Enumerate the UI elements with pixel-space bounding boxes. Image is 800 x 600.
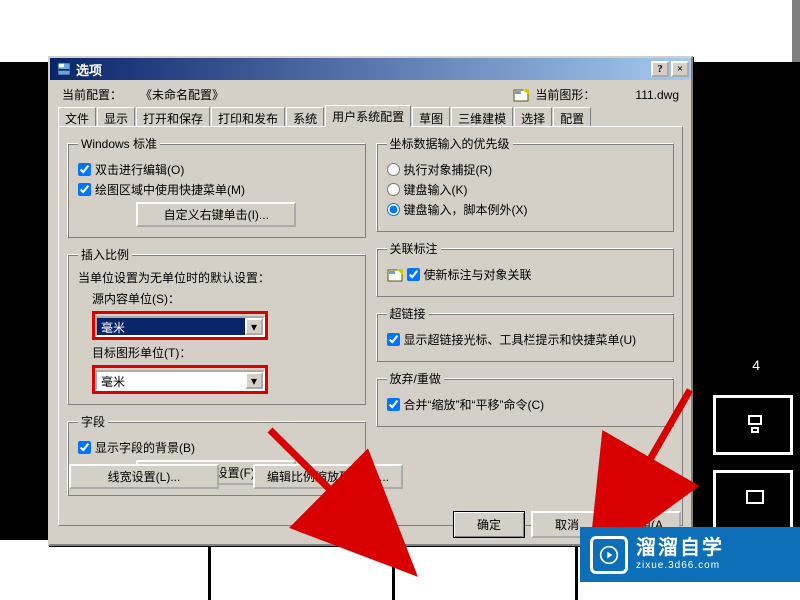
cb-shortcut-menu[interactable] [78, 183, 91, 196]
group-hyperlink: 超链接 显示超链接光标、工具栏提示和快捷菜单(U) [376, 305, 675, 362]
close-button[interactable]: × [671, 61, 689, 77]
lbl-shortcut-menu: 绘图区域中使用快捷菜单(M) [95, 181, 245, 198]
group-coord-priority: 坐标数据输入的优先级 执行对象捕捉(R) 键盘输入(K) 键盘输入，脚本例外(X… [376, 135, 675, 232]
lbl-combine-zoom-pan: 合并“缩放”和“平移”命令(C) [404, 396, 545, 413]
group-associative-dim: 关联标注 使新标注与对象关联 [376, 240, 675, 297]
tgt-unit-value: 毫米 [97, 372, 245, 389]
legend-hlink: 超链接 [387, 305, 429, 322]
radio-osnap[interactable] [387, 163, 400, 176]
titlebar: 选项 ? × [50, 58, 691, 80]
tab-user-config[interactable]: 用户系统配置 [325, 105, 411, 127]
app-icon [56, 61, 72, 77]
cb-hyperlink[interactable] [387, 333, 400, 346]
tab-draft[interactable]: 草图 [412, 107, 450, 127]
radio-keyboard[interactable] [387, 183, 400, 196]
cb-dblclick-edit[interactable] [78, 163, 91, 176]
tab-profiles[interactable]: 配置 [553, 107, 591, 127]
brand-url: zixue.3d66.com [636, 560, 724, 571]
src-unit-value: 毫米 [97, 318, 245, 335]
tgt-unit-combo[interactable]: 毫米 ▾ [95, 370, 265, 391]
current-drawing-value: 111.dwg [635, 88, 679, 102]
brand-name: 溜溜自学 [636, 538, 724, 558]
insert-desc: 当单位设置为无单位时的默认设置： [78, 269, 355, 286]
current-config-label: 当前配置： [62, 86, 122, 103]
src-unit-label: 源内容单位(S)： [92, 290, 355, 307]
legend-insert: 插入比例 [78, 246, 132, 263]
right-number: 4 [752, 357, 760, 373]
options-dialog: 选项 ? × 当前配置： 《未命名配置》 当前图形： 111.dwg 文件 显示… [48, 56, 693, 546]
tab-3d[interactable]: 三维建模 [451, 107, 513, 127]
cb-field-bg[interactable] [78, 441, 91, 454]
tab-open-save[interactable]: 打开和保存 [136, 107, 210, 127]
lbl-hyperlink: 显示超链接光标、工具栏提示和快捷菜单(U) [404, 331, 637, 348]
tgt-unit-highlight: 毫米 ▾ [92, 365, 268, 394]
chevron-down-icon[interactable]: ▾ [245, 372, 263, 389]
brand-watermark: 溜溜自学 zixue.3d66.com [580, 527, 800, 582]
legend-dim: 关联标注 [387, 240, 441, 257]
cb-combine-zoom-pan[interactable] [387, 398, 400, 411]
group-undo-redo: 放弃/重做 合并“缩放”和“平移”命令(C) [376, 370, 675, 427]
btn-custom-rightclick[interactable]: 自定义右键单击(I)... [136, 202, 296, 227]
legend-winstd: Windows 标准 [78, 135, 160, 152]
tab-panel: Windows 标准 双击进行编辑(O) 绘图区域中使用快捷菜单(M) 自定义右… [58, 126, 683, 526]
legend-priority: 坐标数据输入的优先级 [387, 135, 513, 152]
ok-button[interactable]: 确定 [453, 511, 525, 538]
tab-file[interactable]: 文件 [58, 107, 96, 127]
src-unit-highlight: 毫米 ▾ [92, 311, 268, 340]
lbl-assoc-dim: 使新标注与对象关联 [424, 266, 532, 283]
lbl-keyboard-noscript: 键盘输入，脚本例外(X) [404, 201, 528, 218]
lbl-osnap: 执行对象捕捉(R) [404, 161, 493, 178]
group-insert-scale: 插入比例 当单位设置为无单位时的默认设置： 源内容单位(S)： 毫米 ▾ 目标图… [67, 246, 366, 405]
radio-keyboard-noscript[interactable] [387, 203, 400, 216]
src-unit-combo[interactable]: 毫米 ▾ [95, 316, 265, 337]
help-button[interactable]: ? [651, 61, 669, 77]
btn-scalelist[interactable]: 编辑比例缩放列表(E)... [253, 464, 403, 489]
current-drawing-label: 当前图形： [535, 86, 595, 103]
drawing-bullet-icon [387, 267, 403, 283]
tab-system[interactable]: 系统 [286, 107, 324, 127]
legend-undo: 放弃/重做 [387, 370, 444, 387]
lbl-keyboard: 键盘输入(K) [404, 181, 468, 198]
group-windows-standard: Windows 标准 双击进行编辑(O) 绘图区域中使用快捷菜单(M) 自定义右… [67, 135, 366, 238]
chevron-down-icon[interactable]: ▾ [245, 318, 263, 335]
legend-field: 字段 [78, 413, 108, 430]
tab-print[interactable]: 打印和发布 [211, 107, 285, 127]
drawing-icon [513, 87, 529, 103]
play-icon [590, 536, 628, 574]
lbl-field-bg: 显示字段的背景(B) [95, 439, 195, 456]
current-config-value: 《未命名配置》 [140, 86, 224, 103]
lbl-dblclick-edit: 双击进行编辑(O) [95, 161, 184, 178]
tgt-unit-label: 目标图形单位(T)： [92, 344, 355, 361]
tabs: 文件 显示 打开和保存 打印和发布 系统 用户系统配置 草图 三维建模 选择 配… [50, 105, 691, 127]
cb-assoc-dim[interactable] [407, 268, 420, 281]
tab-select[interactable]: 选择 [514, 107, 552, 127]
tab-display[interactable]: 显示 [97, 107, 135, 127]
btn-lineweight[interactable]: 线宽设置(L)... [69, 464, 219, 489]
titlebar-text: 选项 [76, 60, 649, 79]
